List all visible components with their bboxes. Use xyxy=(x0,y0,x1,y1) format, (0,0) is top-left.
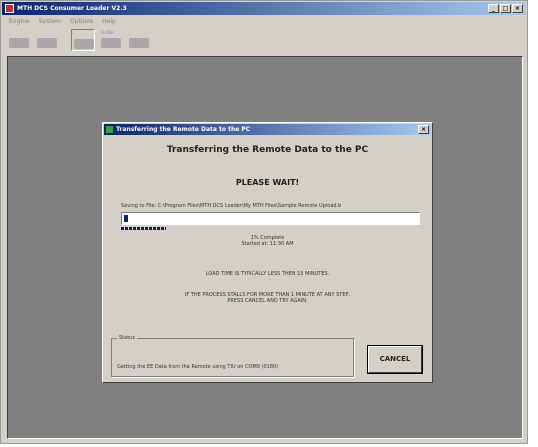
flash-tiu-icon xyxy=(129,38,149,48)
load-time-notice: LOAD TIME IS TYPICALLY LESS THEN 15 MINU… xyxy=(205,271,330,277)
please-wait-text: PLEASE WAIT! xyxy=(235,178,300,187)
progress-ticks xyxy=(121,227,166,230)
engine-to-remote-tool-button[interactable] xyxy=(71,29,95,51)
menubar: Engine System Options Help xyxy=(3,16,116,27)
maximize-button[interactable]: □ xyxy=(500,4,511,13)
app-title: MTH DCS Consumer Loader V2.3 xyxy=(17,5,127,12)
remote-tool-button[interactable] xyxy=(35,29,59,51)
dialog-app-icon xyxy=(106,126,113,133)
menu-options[interactable]: Options xyxy=(70,16,93,27)
status-label: Status xyxy=(117,335,137,341)
saving-path-text: Saving to File: C:\Program Files\MTH DCS… xyxy=(121,203,342,209)
dialog-title: Transferring the Remote Data to the PC xyxy=(116,126,251,133)
started-time-text: Started at: 11:30 AM xyxy=(241,241,294,247)
dialog-titlebar[interactable]: Transferring the Remote Data to the PC × xyxy=(104,124,431,135)
app-icon xyxy=(5,4,14,13)
status-groupbox: Status Getting the EE Data from the Remo… xyxy=(111,335,354,377)
engine-icon xyxy=(9,38,29,48)
minimize-button[interactable]: _ xyxy=(488,4,499,13)
status-text: Getting the EE Data from the Remote usin… xyxy=(117,364,279,370)
flash-tiu-tool-button[interactable] xyxy=(127,29,151,51)
engine-tool-button[interactable] xyxy=(7,29,31,51)
cancel-button[interactable]: CANCEL xyxy=(368,346,422,373)
dialog-close-button[interactable]: × xyxy=(418,125,429,134)
flash-caption: FLASH xyxy=(101,30,114,35)
transfer-dialog: Transferring the Remote Data to the PC ×… xyxy=(102,122,433,383)
progress-fill xyxy=(124,215,128,222)
close-button[interactable]: × xyxy=(512,4,523,13)
app-window: MTH DCS Consumer Loader V2.3 _ □ × Engin… xyxy=(0,0,528,444)
dialog-heading: Transferring the Remote Data to the PC xyxy=(166,145,369,155)
window-controls: _ □ × xyxy=(488,4,523,13)
engine-to-remote-icon xyxy=(74,39,94,49)
menu-help[interactable]: Help xyxy=(102,16,116,27)
flash-engine-icon xyxy=(101,38,121,48)
progress-bar xyxy=(121,212,420,225)
stall-notice-line2: PRESS CANCEL AND TRY AGAIN. xyxy=(227,298,308,304)
app-titlebar[interactable]: MTH DCS Consumer Loader V2.3 _ □ × xyxy=(2,2,526,15)
toolbar: FLASH xyxy=(3,28,151,54)
remote-icon xyxy=(37,38,57,48)
menu-system[interactable]: System xyxy=(39,16,61,27)
menu-engine[interactable]: Engine xyxy=(9,16,30,27)
flash-engine-tool-button[interactable]: FLASH xyxy=(99,29,123,51)
